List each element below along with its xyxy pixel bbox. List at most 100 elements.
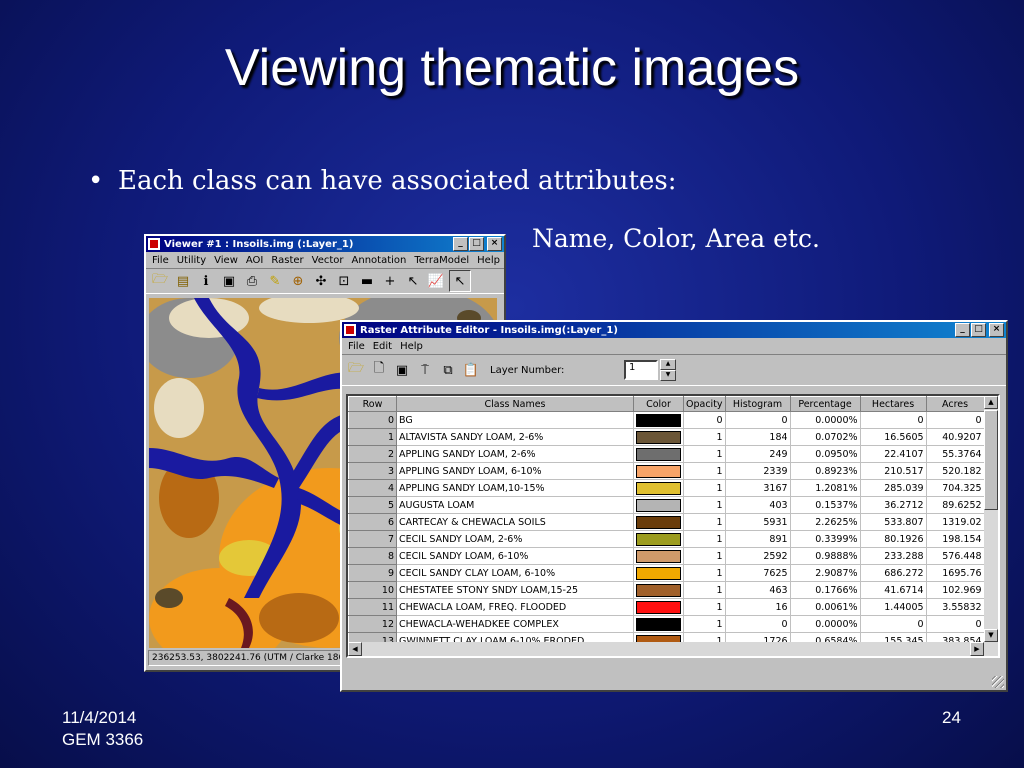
paste-icon[interactable]: 📋 [461,360,481,380]
stepper-up-icon[interactable]: ▲ [660,359,676,370]
row-number[interactable]: 11 [348,598,397,616]
row-number[interactable]: 12 [348,615,397,633]
color-swatch[interactable] [636,430,681,444]
cell-ha[interactable]: 0 [860,615,927,633]
viewer-titlebar[interactable]: Viewer #1 : Insoils.img (:Layer_1) _ □ × [146,236,504,252]
copy-icon[interactable]: ⧉ [438,360,458,380]
menu-help[interactable]: Help [473,255,504,266]
eraser-icon[interactable]: ✎ [265,271,285,291]
cell-hist[interactable]: 403 [725,496,791,514]
cell-ac[interactable]: 198.154 [926,530,985,548]
column-properties-icon[interactable]: ⍑ [415,360,435,380]
table-row[interactable]: 9 CECIL SANDY CLAY LOAM, 6-10% 1 7625 2.9087… [348,564,985,582]
cell-name[interactable]: CHESTATEE STONY SNDY LOAM,15-25 [396,581,634,599]
cell-pct[interactable]: 2.2625% [790,513,861,531]
cell-ha[interactable]: 285.039 [860,479,927,497]
cell-hist[interactable]: 463 [725,581,791,599]
color-swatch-cell[interactable] [633,547,684,565]
cell-hist[interactable]: 2339 [725,462,791,480]
cell-pct[interactable]: 0.8923% [790,462,861,480]
table-row[interactable]: 11 CHEWACLA LOAM, FREQ. FLOODED 1 16 0.0061%… [348,598,985,616]
row-number[interactable]: 0 [348,411,397,429]
color-swatch-cell[interactable] [633,445,684,463]
cell-ac[interactable]: 576.448 [926,547,985,565]
cell-ha[interactable]: 686.272 [860,564,927,582]
crosshair-icon[interactable]: ✣ [311,271,331,291]
cell-ac[interactable]: 40.9207 [926,428,985,446]
menu-terramodel[interactable]: TerraModel [410,255,473,266]
cell-name[interactable]: CHEWACLA LOAM, FREQ. FLOODED [396,598,634,616]
cell-name[interactable]: ALTAVISTA SANDY LOAM, 2-6% [396,428,634,446]
profile-icon[interactable]: 📈 [426,271,446,291]
scroll-down-icon[interactable]: ▼ [984,629,998,642]
maximize-button[interactable]: □ [971,323,986,337]
column-header-row[interactable]: Row [348,396,397,412]
cell-name[interactable]: CECIL SANDY LOAM, 2-6% [396,530,634,548]
cell-ha[interactable]: 1.44005 [860,598,927,616]
cell-ac[interactable]: 89.6252 [926,496,985,514]
layer-number-input[interactable]: 1 [624,360,658,380]
column-header-color[interactable]: Color [633,396,684,412]
cell-pct[interactable]: 0.0702% [790,428,861,446]
menu-utility[interactable]: Utility [173,255,210,266]
cell-hist[interactable]: 891 [725,530,791,548]
cell-opacity[interactable]: 1 [683,530,726,548]
cell-ha[interactable]: 210.517 [860,462,927,480]
cell-ac[interactable]: 0 [926,615,985,633]
color-swatch[interactable] [636,464,681,478]
table-row[interactable]: 4 APPLING SANDY LOAM,10-15% 1 3167 1.2081% 28… [348,479,985,497]
color-swatch-cell[interactable] [633,513,684,531]
column-header-opacity[interactable]: Opacity [683,396,726,412]
cell-pct[interactable]: 0.0950% [790,445,861,463]
color-swatch[interactable] [636,413,681,427]
cell-pct[interactable]: 0.3399% [790,530,861,548]
cell-opacity[interactable]: 1 [683,547,726,565]
cell-ac[interactable]: 1319.02 [926,513,985,531]
row-number[interactable]: 7 [348,530,397,548]
color-swatch[interactable] [636,566,681,580]
cell-ha[interactable]: 0 [860,411,927,429]
table-row[interactable]: 0 BG 0 0 0.0000% 0 0 [348,411,985,429]
column-header-histogram[interactable]: Histogram [724,396,791,412]
table-row[interactable]: 12 CHEWACLA-WEHADKEE COMPLEX 1 0 0.0000% 0 0 [348,615,985,633]
color-swatch[interactable] [636,498,681,512]
cell-ha[interactable]: 233.288 [860,547,927,565]
cell-ha[interactable]: 22.4107 [860,445,927,463]
cell-hist[interactable]: 2592 [725,547,791,565]
column-header-percentage[interactable]: Percentage [789,396,861,412]
color-swatch-cell[interactable] [633,581,684,599]
menu-file[interactable]: File [148,255,173,266]
column-header-hectares[interactable]: Hectares [859,396,927,412]
cell-hist[interactable]: 184 [725,428,791,446]
new-file-icon[interactable]: 🗋 [369,360,389,380]
cell-ac[interactable]: 704.325 [926,479,985,497]
cell-name[interactable]: CECIL SANDY LOAM, 6-10% [396,547,634,565]
menu-raster[interactable]: Raster [267,255,307,266]
cell-ac[interactable]: 1695.76 [926,564,985,582]
color-swatch-cell[interactable] [633,411,684,429]
menu-help[interactable]: Help [396,341,427,352]
cell-ac[interactable]: 0 [926,411,985,429]
color-swatch[interactable] [636,515,681,529]
open-raster-icon[interactable]: ▤ [173,271,193,291]
cell-opacity[interactable]: 1 [683,564,726,582]
globe-icon[interactable]: ⊕ [288,271,308,291]
cell-ha[interactable]: 36.2712 [860,496,927,514]
save-icon[interactable]: ▣ [392,360,412,380]
color-swatch-cell[interactable] [633,564,684,582]
row-number[interactable]: 2 [348,445,397,463]
cell-pct[interactable]: 0.1766% [790,581,861,599]
color-swatch[interactable] [636,600,681,614]
cell-pct[interactable]: 2.9087% [790,564,861,582]
cell-ac[interactable]: 3.55832 [926,598,985,616]
cell-opacity[interactable]: 1 [683,598,726,616]
cell-name[interactable]: APPLING SANDY LOAM, 6-10% [396,462,634,480]
cell-ha[interactable]: 80.1926 [860,530,927,548]
scroll-up-icon[interactable]: ▲ [984,396,998,409]
cell-ha[interactable]: 41.6714 [860,581,927,599]
color-swatch-cell[interactable] [633,428,684,446]
zoom-out-icon[interactable]: ⊡ [334,271,354,291]
color-swatch[interactable] [636,583,681,597]
row-number[interactable]: 9 [348,564,397,582]
row-number[interactable]: 10 [348,581,397,599]
